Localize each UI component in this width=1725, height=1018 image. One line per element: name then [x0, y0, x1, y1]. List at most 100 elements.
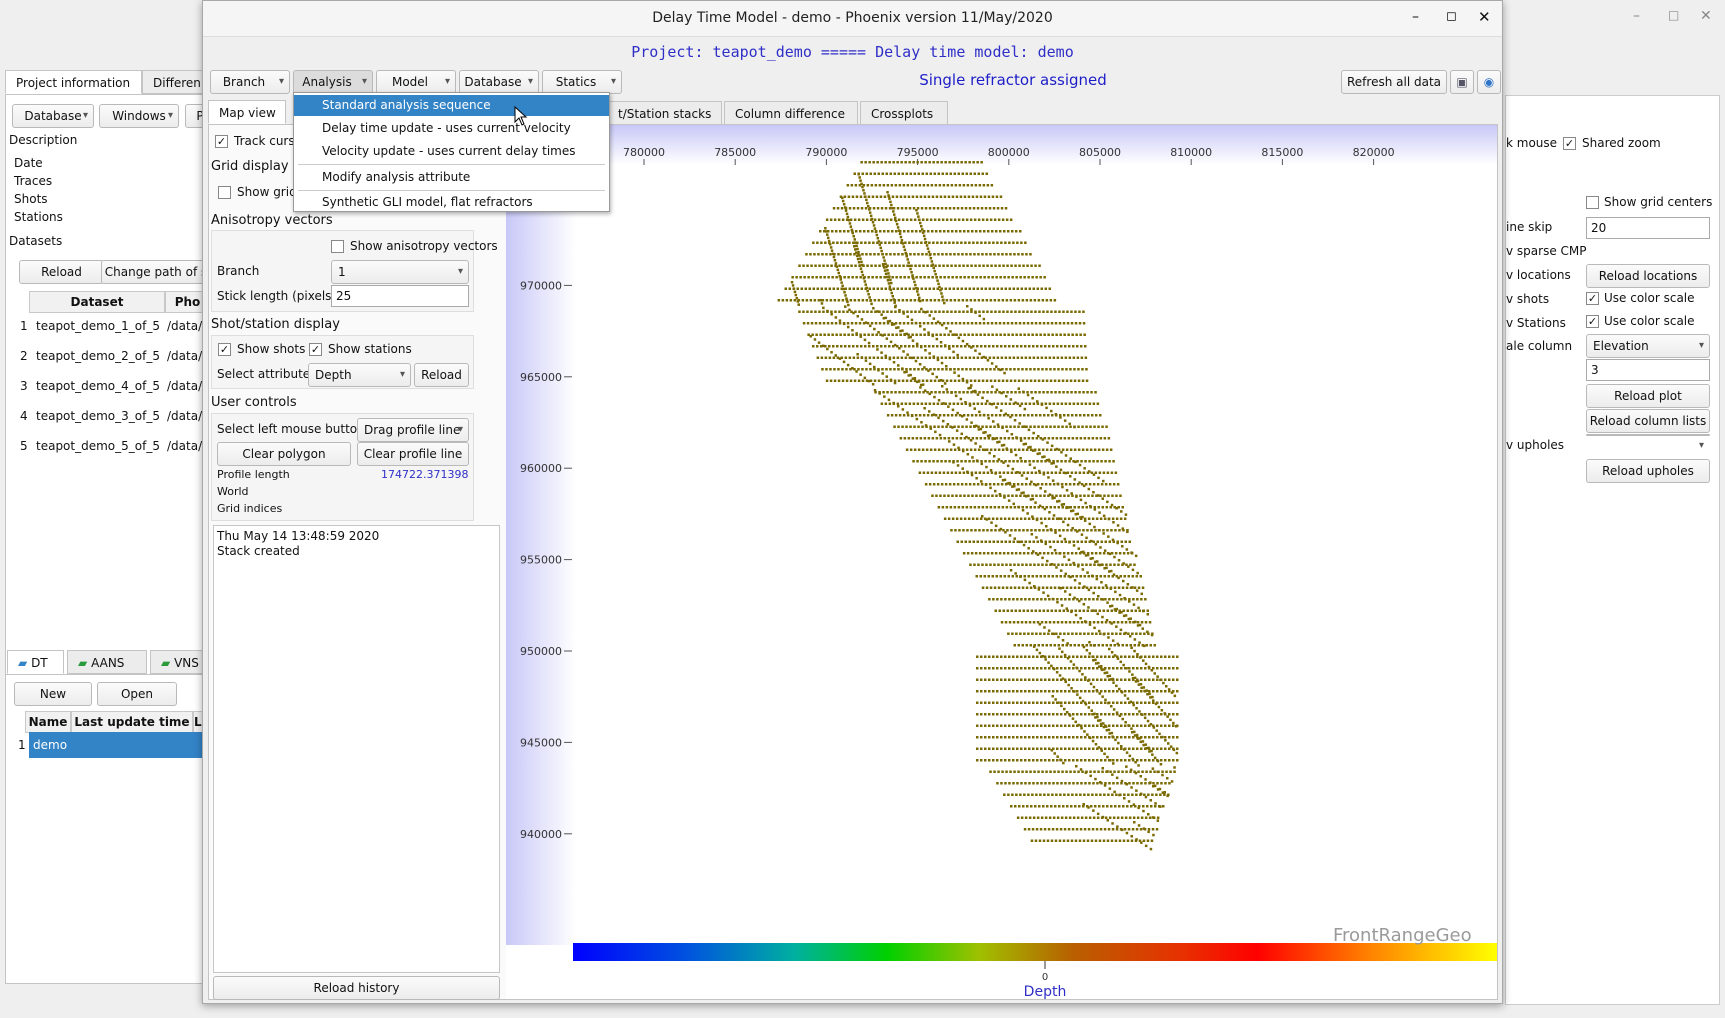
reload-upholes-button[interactable]: Reload upholes: [1586, 459, 1710, 483]
station-point: [842, 264, 845, 267]
station-point: [1043, 828, 1047, 831]
screenshot-icon[interactable]: ▣: [1450, 70, 1474, 94]
clear-profile-line-button[interactable]: Clear profile line: [357, 442, 469, 466]
history-log[interactable]: Thu May 14 13:48:59 2020 Stack created: [213, 525, 500, 973]
station-point: [890, 391, 893, 394]
minimize-icon[interactable]: –: [1633, 8, 1640, 24]
mouse-button-select[interactable]: Drag profile line: [357, 418, 469, 442]
table-row[interactable]: 5 teapot_demo_5_of_5/data/F: [14, 431, 210, 461]
reload-locations-button[interactable]: Reload locations: [1586, 264, 1710, 288]
show-grid-centers-checkbox[interactable]: [1586, 196, 1599, 209]
database-menu-button[interactable]: Database: [459, 70, 539, 94]
windows-menu-button[interactable]: Windows: [99, 104, 179, 128]
menu-item-velocity-update[interactable]: Velocity update - uses current delay tim…: [294, 141, 609, 162]
last-update-col-header[interactable]: Last update time: [71, 711, 193, 733]
open-model-button[interactable]: Open: [97, 682, 177, 706]
menu-item-delay-time-update[interactable]: Delay time update - uses current velocit…: [294, 118, 609, 139]
statics-menu-button[interactable]: Statics: [542, 70, 622, 94]
shot-point: [986, 434, 990, 438]
menu-item-synthetic-gli[interactable]: Synthetic GLI model, flat refractors: [294, 192, 609, 213]
station-point: [970, 184, 974, 187]
branch-select[interactable]: 1: [331, 260, 469, 284]
database-menu-button[interactable]: Database: [12, 104, 94, 128]
new-model-button[interactable]: New: [14, 682, 92, 706]
station-point: [1017, 299, 1021, 302]
station-point: [914, 264, 917, 267]
station-point: [1080, 690, 1083, 693]
close-icon[interactable]: ✕: [1700, 8, 1712, 24]
shot-point: [1149, 781, 1152, 784]
station-point: [1048, 747, 1051, 750]
tab-dt[interactable]: ▰ DT: [7, 650, 64, 674]
line-skip-field[interactable]: 20: [1586, 217, 1710, 239]
shot-point: [879, 246, 882, 250]
refresh-all-data-button[interactable]: Refresh all data: [1341, 70, 1447, 94]
station-point: [1056, 621, 1060, 624]
station-point: [1164, 759, 1167, 762]
station-point: [950, 310, 953, 313]
branch-menu-button[interactable]: Branch: [210, 70, 290, 94]
tab-column-difference[interactable]: Column difference: [724, 101, 858, 125]
change-path-button[interactable]: Change path of s: [101, 260, 211, 284]
stations-color-scale-checkbox[interactable]: ✓: [1586, 315, 1599, 328]
shot-point: [1082, 645, 1086, 649]
shot-point: [931, 334, 934, 338]
analysis-menu-button[interactable]: Analysis: [293, 70, 373, 94]
close-icon[interactable]: ✕: [1478, 8, 1491, 26]
station-point: [1139, 632, 1142, 635]
reload-datasets-button[interactable]: Reload: [19, 260, 104, 284]
station-point: [1011, 793, 1014, 796]
table-row[interactable]: 3 teapot_demo_4_of_5/data/F: [14, 371, 210, 401]
reload-attribute-button[interactable]: Reload: [414, 363, 469, 387]
station-point: [925, 218, 929, 221]
shots-color-scale-checkbox[interactable]: ✓: [1586, 292, 1599, 305]
station-point: [1055, 333, 1058, 336]
scale-column-select[interactable]: Elevation: [1586, 334, 1710, 358]
tab-map-view[interactable]: Map view: [208, 100, 286, 124]
stick-length-field[interactable]: 25: [331, 285, 469, 307]
upholes-select[interactable]: [1586, 434, 1710, 457]
station-point: [1088, 621, 1092, 624]
shared-zoom-checkbox[interactable]: ✓: [1563, 137, 1576, 150]
name-col-header[interactable]: Name: [25, 711, 71, 733]
shot-point: [1091, 655, 1094, 658]
station-point: [1036, 690, 1039, 693]
station-point: [1049, 506, 1052, 509]
show-shots-checkbox[interactable]: ✓: [218, 343, 231, 356]
dataset-col-header[interactable]: Dataset: [29, 291, 165, 313]
reload-history-button[interactable]: Reload history: [213, 976, 500, 1000]
clear-polygon-button[interactable]: Clear polygon: [217, 442, 351, 466]
tab-project-information[interactable]: Project information: [5, 70, 142, 94]
station-point: [1019, 276, 1022, 279]
tab-aans[interactable]: ▰ AANS: [67, 650, 147, 674]
station-point: [1004, 736, 1007, 739]
station-point: [1097, 586, 1101, 589]
maximize-icon[interactable]: ◻: [1446, 9, 1457, 24]
tab-station-stacks[interactable]: t/Station stacks: [607, 101, 722, 125]
track-cursor-checkbox[interactable]: ✓: [215, 135, 228, 148]
title-bar[interactable]: Delay Time Model - demo - Phoenix versio…: [203, 1, 1502, 37]
show-anisotropy-checkbox[interactable]: [331, 240, 344, 253]
minimize-icon[interactable]: –: [1412, 9, 1419, 25]
table-row[interactable]: 1 teapot_demo_1_of_5/data/F: [14, 311, 210, 341]
map-canvas[interactable]: 780000 785000 790000 795000 800000 805000 8100…: [506, 125, 1497, 999]
table-row[interactable]: 4 teapot_demo_3_of_5/data/F: [14, 401, 210, 431]
menu-item-modify-attribute[interactable]: Modify analysis attribute: [294, 167, 609, 188]
show-stations-checkbox[interactable]: ✓: [309, 343, 322, 356]
show-grid-checkbox[interactable]: [218, 186, 231, 199]
menu-item-standard-analysis[interactable]: Standard analysis sequence: [294, 95, 609, 116]
table-row[interactable]: 2 teapot_demo_2_of_5/data/F: [14, 341, 210, 371]
model-menu-button[interactable]: Model: [376, 70, 456, 94]
station-point: [1041, 563, 1044, 566]
map-plot[interactable]: 780000 785000 790000 795000 800000 805000 8100…: [506, 125, 1497, 1000]
camera-icon[interactable]: ◉: [1477, 70, 1501, 94]
station-point: [906, 310, 909, 313]
maximize-icon[interactable]: □: [1668, 8, 1679, 22]
reload-plot-button[interactable]: Reload plot: [1586, 384, 1710, 408]
scale-value-field[interactable]: 3: [1586, 359, 1710, 381]
attribute-select[interactable]: Depth: [308, 363, 411, 387]
reload-column-lists-button[interactable]: Reload column lists: [1586, 409, 1710, 433]
model-row-demo[interactable]: 1 demo: [13, 732, 210, 758]
tab-vns[interactable]: ▰ VNS: [150, 650, 210, 674]
tab-crossplots[interactable]: Crossplots: [860, 101, 948, 125]
